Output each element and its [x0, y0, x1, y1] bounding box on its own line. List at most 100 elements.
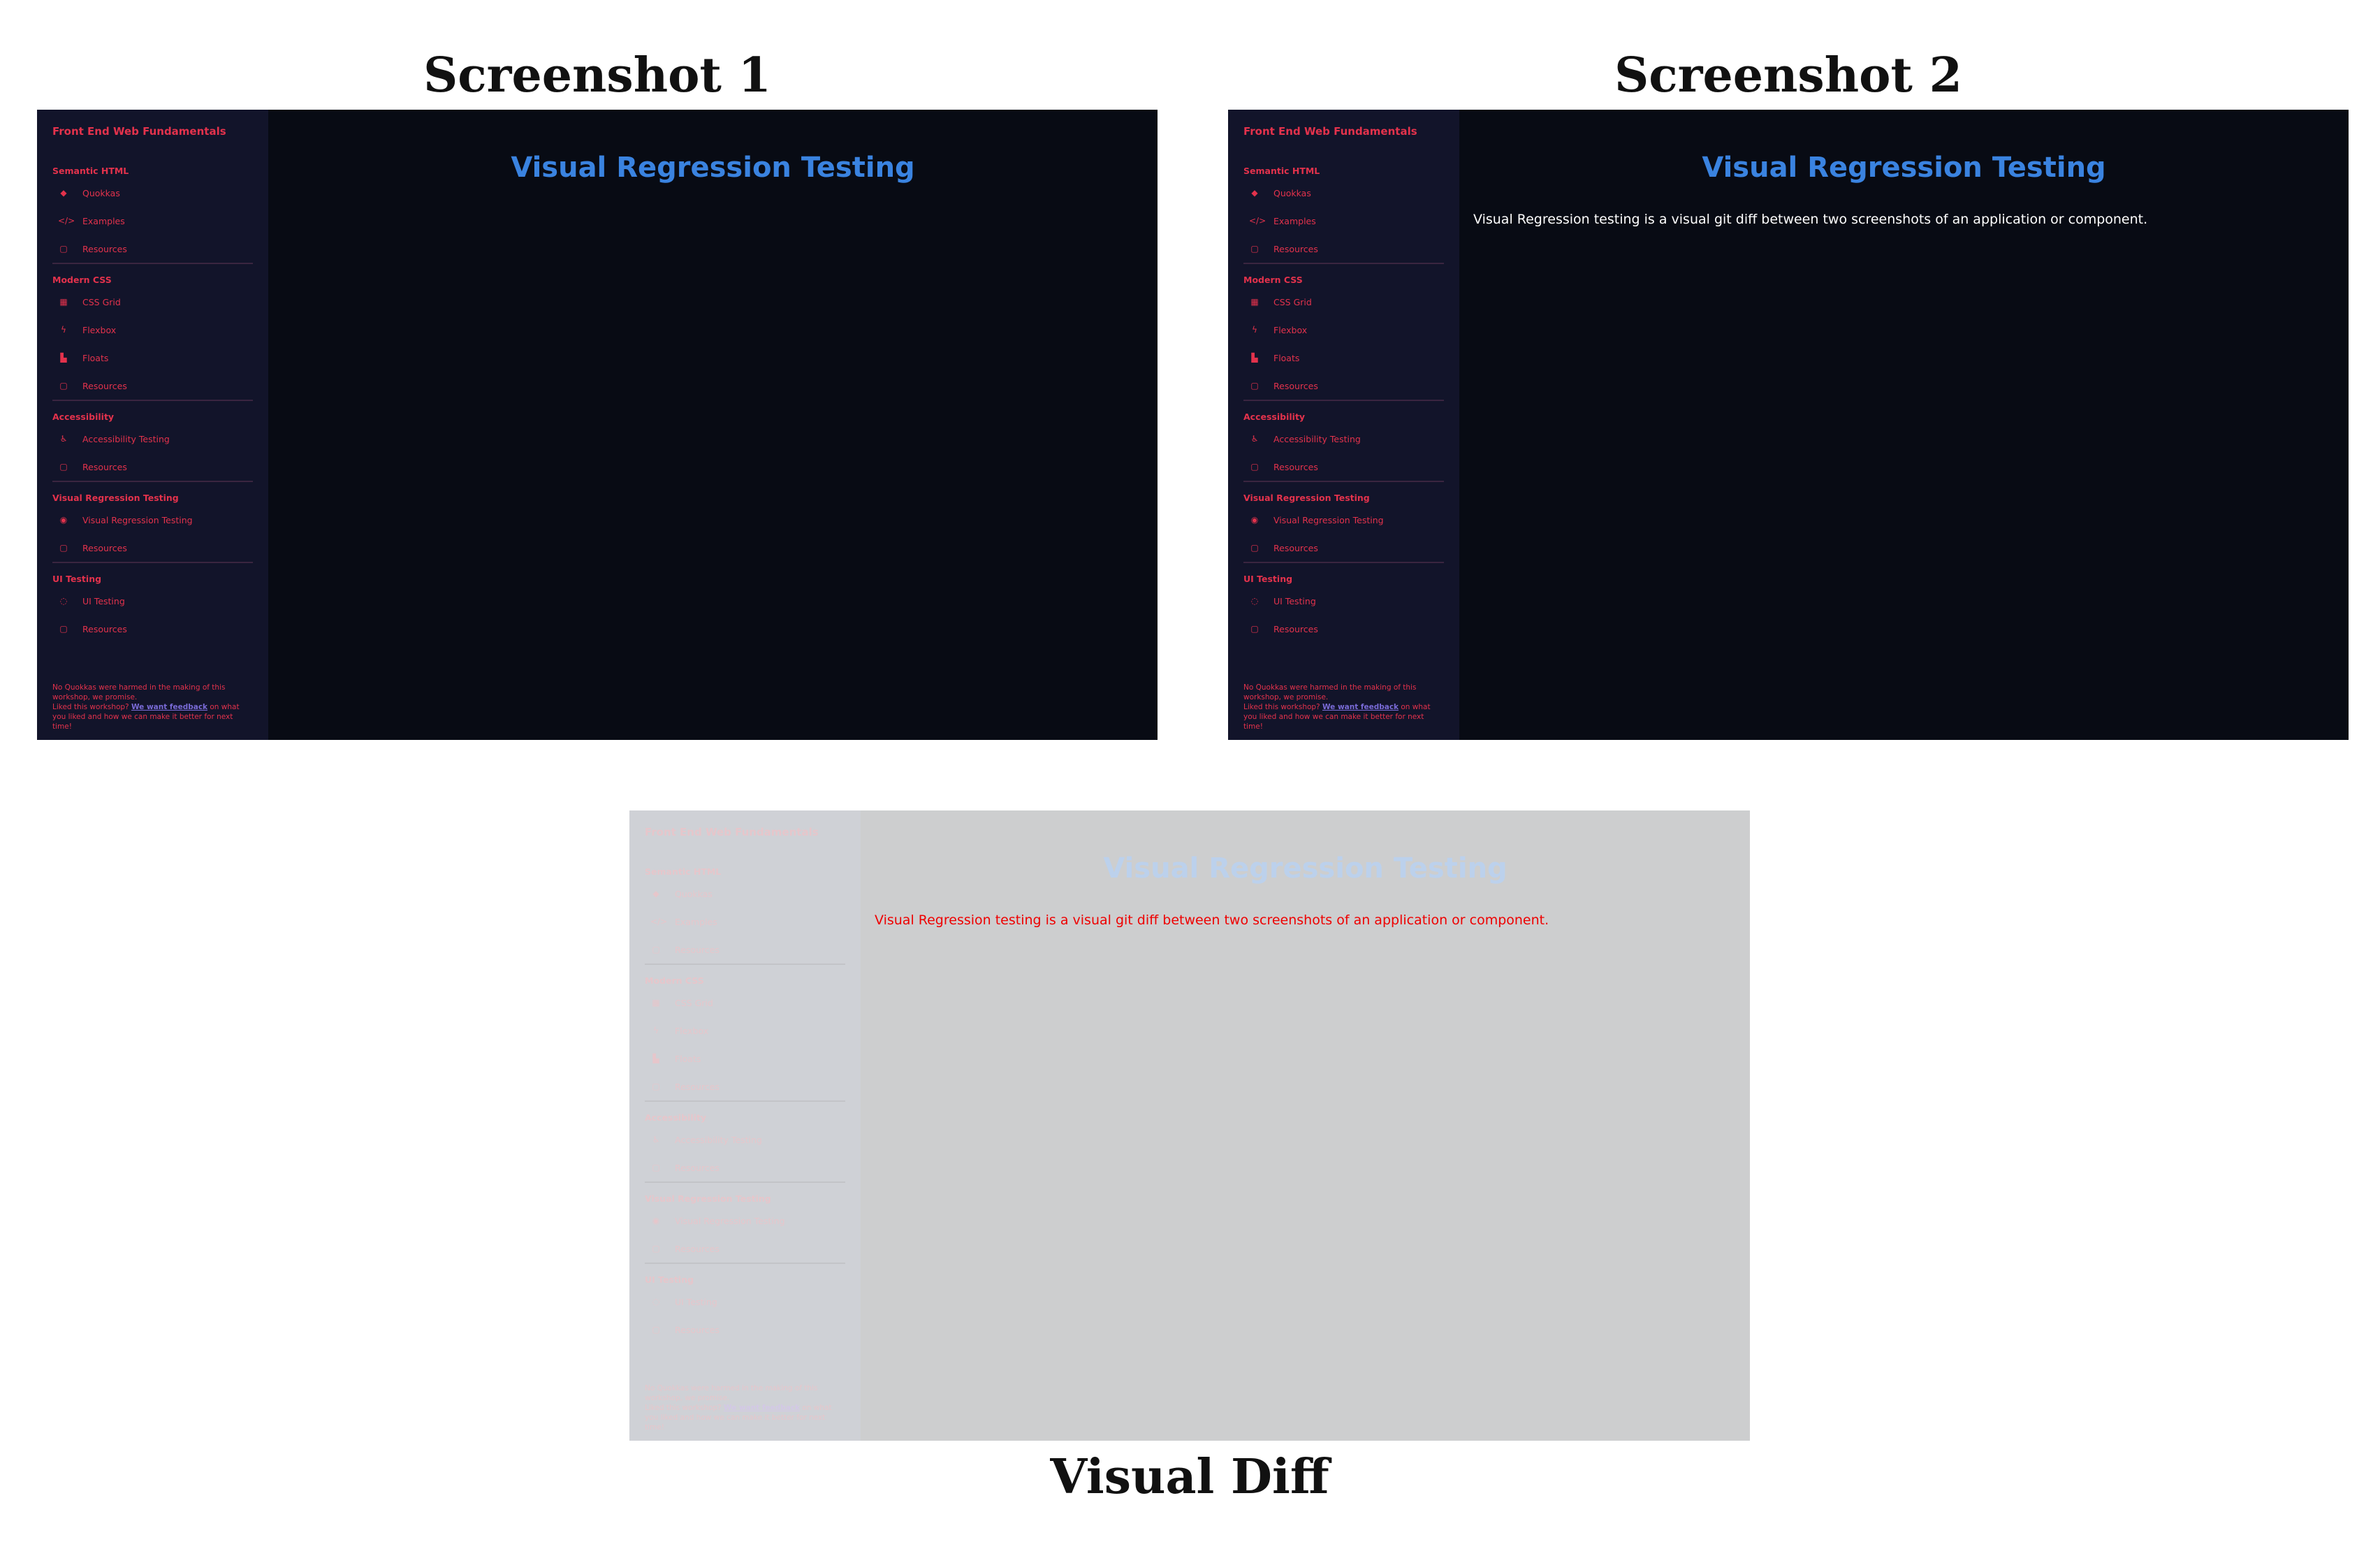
sidebar-item-examples[interactable]: </> Examples — [645, 908, 845, 936]
sidebar-item-floats[interactable]: ▙ Floats — [52, 344, 253, 372]
sidebar-item-resources[interactable]: ▢ Resources — [1243, 372, 1444, 400]
section-divider — [645, 1100, 845, 1102]
sidebar-item-resources[interactable]: ▢ Resources — [645, 1316, 845, 1344]
footer-prefix: Liked this workshop? — [645, 1404, 724, 1412]
sidebar-item-resources[interactable]: ▢ Resources — [1243, 453, 1444, 481]
sidebar-item-label: Floats — [675, 1053, 701, 1064]
feedback-link[interactable]: We want feedback — [724, 1404, 800, 1412]
page-heading: Visual Regression Testing — [1702, 152, 2106, 184]
book-icon: ▢ — [59, 381, 68, 391]
site-title[interactable]: Front End Web Fundamentals — [645, 826, 845, 838]
sidebar-item-resources[interactable]: ▢ Resources — [645, 1154, 845, 1181]
sidebar-item-resources[interactable]: ▢ Resources — [1243, 615, 1444, 643]
sidebar-item-resources[interactable]: ▢ Resources — [1243, 534, 1444, 562]
sidebar-item-label: Floats — [82, 352, 109, 363]
book-icon: ▢ — [1250, 462, 1259, 472]
sidebar-item-label: Examples — [82, 215, 125, 226]
sidebar-item-label: Resources — [675, 1243, 720, 1254]
sidebar-item-examples[interactable]: </> Examples — [1243, 207, 1444, 235]
footer-note: No Quokkas were harmed in the making of … — [645, 1384, 818, 1402]
code-icon: </> — [58, 216, 75, 226]
feedback-link[interactable]: We want feedback — [1322, 703, 1399, 711]
sidebar-item-resources[interactable]: ▢ Resources — [52, 453, 253, 481]
sidebar-item-css-grid[interactable]: ▦ CSS Grid — [645, 989, 845, 1017]
book-icon: ▢ — [59, 543, 68, 553]
sidebar-item-floats[interactable]: ▙ Floats — [1243, 344, 1444, 372]
section-divider — [645, 1181, 845, 1183]
section-title: Modern CSS — [1243, 275, 1303, 285]
sidebar: Front End Web Fundamentals Semantic HTML… — [629, 810, 861, 1441]
sidebar-item-examples[interactable]: </> Examples — [52, 207, 253, 235]
sidebar-item-label: Flexbox — [82, 324, 117, 335]
sidebar-footer: No Quokkas were harmed in the making of … — [1243, 683, 1438, 732]
sidebar-footer: No Quokkas were harmed in the making of … — [52, 683, 247, 732]
sidebar-item-visual-regression-testing[interactable]: ◉ Visual Regression Testing — [1243, 506, 1444, 534]
sidebar-item-resources[interactable]: ▢ Resources — [52, 372, 253, 400]
sidebar-item-label: UI Testing — [82, 595, 125, 606]
flex-icon: ϟ — [653, 1026, 659, 1035]
book-icon: ▢ — [1250, 624, 1259, 634]
sidebar-item-floats[interactable]: ▙ Floats — [645, 1045, 845, 1072]
sidebar-item-label: Resources — [82, 380, 127, 391]
site-title[interactable]: Front End Web Fundamentals — [52, 125, 253, 138]
sidebar-item-css-grid[interactable]: ▦ CSS Grid — [52, 288, 253, 316]
sidebar-section-semantic-html: Semantic HTML ◆ Quokkas </> Examples ▢ Resourc… — [52, 163, 253, 264]
sidebar-item-ui-testing[interactable]: ◌ UI Testing — [1243, 587, 1444, 615]
sidebar-item-label: Floats — [1273, 352, 1300, 363]
sidebar-item-label: Resources — [82, 623, 127, 634]
sidebar-item-ui-testing[interactable]: ◌ UI Testing — [52, 587, 253, 615]
section-title: Visual Regression Testing — [52, 493, 179, 503]
sidebar-section-ui-testing: UI Testing ◌ UI Testing ▢ Resources — [1243, 572, 1444, 643]
book-icon: ▢ — [652, 1325, 660, 1335]
section-title: Accessibility — [52, 412, 115, 422]
float-icon: ▙ — [1251, 353, 1258, 363]
sidebar-section-accessibility: Accessibility ♿ Accessibility Testing ▢ Reso… — [1243, 409, 1444, 482]
section-title: Accessibility — [1243, 412, 1306, 422]
sidebar-item-flexbox[interactable]: ϟ Flexbox — [645, 1017, 845, 1045]
sidebar-item-resources[interactable]: ▢ Resources — [645, 1235, 845, 1263]
flex-icon: ϟ — [61, 325, 66, 335]
grid-icon: ▦ — [1250, 297, 1259, 307]
sidebar-item-flexbox[interactable]: ϟ Flexbox — [52, 316, 253, 344]
sidebar-item-label: CSS Grid — [82, 296, 121, 307]
sidebar-item-resources[interactable]: ▢ Resources — [1243, 235, 1444, 263]
sidebar-item-resources[interactable]: ▢ Resources — [645, 936, 845, 963]
sidebar-item-label: UI Testing — [675, 1296, 717, 1307]
sidebar-item-resources[interactable]: ▢ Resources — [52, 615, 253, 643]
sidebar-item-quokkas[interactable]: ◆ Quokkas — [1243, 179, 1444, 207]
section-divider — [52, 263, 253, 264]
sidebar-item-visual-regression-testing[interactable]: ◉ Visual Regression Testing — [52, 506, 253, 534]
quokka-icon: ◆ — [60, 188, 67, 198]
sidebar-item-resources[interactable]: ▢ Resources — [645, 1072, 845, 1100]
site-title[interactable]: Front End Web Fundamentals — [1243, 125, 1444, 138]
chat-icon: ◌ — [1250, 596, 1259, 606]
sidebar-item-visual-regression-testing[interactable]: ◉ Visual Regression Testing — [645, 1207, 845, 1235]
sidebar-item-label: Quokkas — [82, 187, 120, 198]
visual-diff-panel: Front End Web Fundamentals Semantic HTML… — [629, 810, 1750, 1441]
feedback-link[interactable]: We want feedback — [131, 703, 207, 711]
sidebar-section-modern-css: Modern CSS ▦ CSS Grid ϟ Flexbox ▙ Floats ▢ Resou… — [645, 973, 845, 1102]
sidebar-item-resources[interactable]: ▢ Resources — [52, 534, 253, 562]
sidebar-item-accessibility-testing[interactable]: ♿ Accessibility Testing — [645, 1126, 845, 1154]
section-title: Visual Regression Testing — [1243, 493, 1370, 503]
footer-note: No Quokkas were harmed in the making of … — [1243, 683, 1417, 701]
sidebar-item-quokkas[interactable]: ◆ Quokkas — [645, 880, 845, 908]
chat-icon: ◌ — [59, 596, 68, 606]
sidebar-item-label: Resources — [675, 1081, 720, 1092]
sidebar-item-css-grid[interactable]: ▦ CSS Grid — [1243, 288, 1444, 316]
sidebar-item-quokkas[interactable]: ◆ Quokkas — [52, 179, 253, 207]
sidebar-item-resources[interactable]: ▢ Resources — [52, 235, 253, 263]
eye-icon: ◉ — [59, 515, 68, 525]
eye-icon: ◉ — [652, 1216, 660, 1226]
section-title: UI Testing — [52, 574, 102, 584]
section-title: UI Testing — [645, 1274, 694, 1285]
sidebar-item-flexbox[interactable]: ϟ Flexbox — [1243, 316, 1444, 344]
sidebar-item-label: Accessibility Testing — [82, 433, 170, 444]
sidebar-item-accessibility-testing[interactable]: ♿ Accessibility Testing — [52, 425, 253, 453]
sidebar-item-accessibility-testing[interactable]: ♿ Accessibility Testing — [1243, 425, 1444, 453]
sidebar-item-label: Accessibility Testing — [675, 1134, 762, 1145]
sidebar-item-ui-testing[interactable]: ◌ UI Testing — [645, 1288, 845, 1316]
sidebar-item-label: Resources — [1273, 461, 1318, 472]
sidebar-item-label: Flexbox — [1273, 324, 1308, 335]
sidebar-item-label: Examples — [1273, 215, 1316, 226]
